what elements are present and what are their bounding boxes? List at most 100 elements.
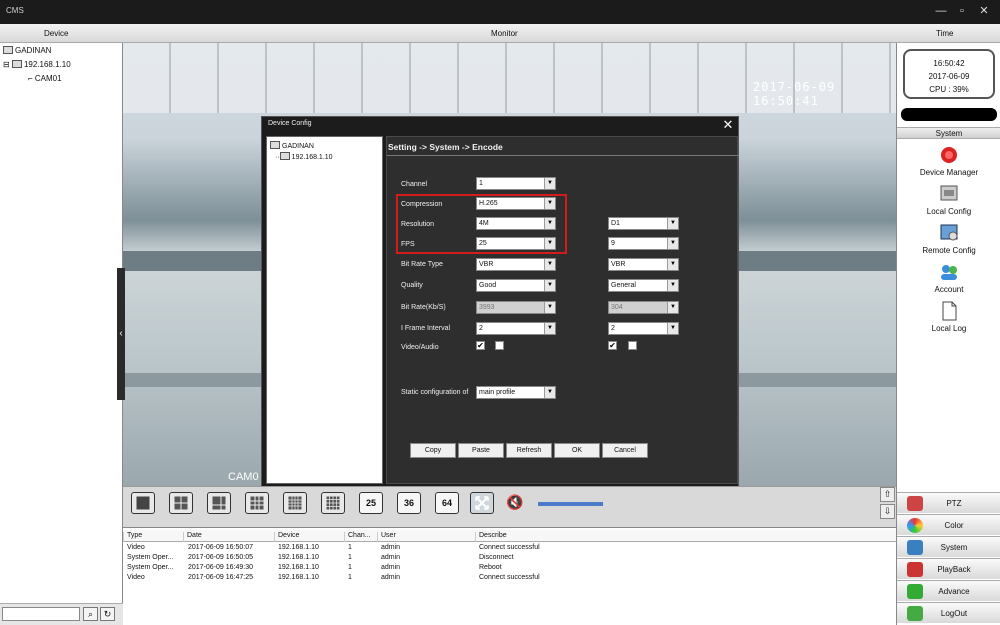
config-icon: [940, 185, 958, 201]
tree-device[interactable]: ⊟ 192.168.1.10: [3, 60, 71, 69]
static-profile-select[interactable]: main profile ▼: [476, 386, 556, 399]
static-config-label: Static configuration of: [401, 389, 469, 396]
dialog-tree-device[interactable]: ·· 192.168.1.10: [275, 152, 333, 161]
chevron-down-icon: ▼: [544, 302, 555, 313]
maximize-button[interactable]: ▫: [955, 4, 969, 18]
audio-checkbox[interactable]: [495, 341, 504, 350]
layout-16-icon[interactable]: [321, 492, 345, 514]
dialog-title: Device Config: [268, 120, 312, 127]
color-button[interactable]: Color: [897, 514, 1000, 535]
layout-9-icon[interactable]: [245, 492, 269, 514]
column-header-type[interactable]: Type: [123, 532, 142, 542]
extra-resolution-select[interactable]: D1 ▼: [608, 217, 679, 230]
bitrate-select: 3993 ▼: [476, 301, 556, 314]
collapse-icon[interactable]: ⊟: [3, 60, 12, 69]
tree-root[interactable]: GADINAN: [3, 46, 51, 55]
video-checkbox[interactable]: ✔: [476, 341, 485, 350]
column-header-device[interactable]: Device: [274, 532, 299, 542]
encode-panel: Setting -> System -> Encode Channel Comp…: [386, 136, 739, 484]
channel-label: Channel: [401, 181, 428, 188]
chevron-down-icon: ▼: [544, 238, 555, 249]
color-wheel-icon: [907, 518, 923, 533]
users-icon: [941, 265, 957, 280]
compression-select[interactable]: H.265 ▼: [476, 197, 556, 210]
header-bar: Device Monitor Time: [0, 24, 1000, 43]
layout-1-icon[interactable]: [131, 492, 155, 514]
minimize-button[interactable]: —: [934, 4, 948, 18]
paste-button[interactable]: Paste: [458, 443, 504, 458]
cancel-button[interactable]: Cancel: [602, 443, 648, 458]
dialog-tree-root[interactable]: GADINAN: [270, 141, 314, 150]
fullscreen-icon[interactable]: [470, 492, 494, 514]
refresh-button[interactable]: Refresh: [506, 443, 552, 458]
time-header: Time: [936, 29, 954, 38]
chevron-down-icon: ▼: [667, 259, 678, 270]
close-button[interactable]: ✕: [977, 4, 991, 18]
search-icon[interactable]: ⌕: [83, 607, 98, 621]
app-title: CMS: [6, 6, 24, 15]
bitrate-type-select[interactable]: VBR ▼: [476, 258, 556, 271]
quality-label: Quality: [401, 282, 423, 289]
extra-bitrate-select: 304 ▼: [608, 301, 679, 314]
iframe-select[interactable]: 2 ▼: [476, 322, 556, 335]
ok-button[interactable]: OK: [554, 443, 600, 458]
tree-camera[interactable]: ⌐ CAM01: [28, 74, 62, 83]
logout-button[interactable]: LogOut: [897, 602, 1000, 623]
title-bar: CMS — ▫ ✕: [0, 0, 1000, 24]
video-audio-label: Video/Audio: [401, 344, 439, 351]
local-config-item[interactable]: Local Config: [897, 184, 1000, 216]
system-icon: [907, 540, 923, 555]
column-header-date[interactable]: Date: [183, 532, 202, 542]
copy-button[interactable]: Copy: [410, 443, 456, 458]
extra-bitrate-type-select[interactable]: VBR ▼: [608, 258, 679, 271]
column-header-channel[interactable]: Chan...: [344, 532, 371, 542]
column-header-user[interactable]: User: [377, 532, 396, 542]
layout-64-button[interactable]: 64: [435, 492, 459, 514]
column-header-describe[interactable]: Describe: [475, 532, 507, 542]
device-header: Device: [44, 29, 69, 38]
dialog-device-tree: GADINAN ·· 192.168.1.10: [266, 136, 383, 484]
resolution-label: Resolution: [401, 221, 435, 228]
quality-select[interactable]: Good ▼: [476, 279, 556, 292]
extra-fps-select[interactable]: 9 ▼: [608, 237, 679, 250]
remote-config-item[interactable]: Remote Config: [897, 223, 1000, 255]
monitor-header: Monitor: [491, 29, 518, 38]
extra-iframe-select[interactable]: 2 ▼: [608, 322, 679, 335]
group-icon: [3, 46, 13, 54]
chevron-down-icon: ▼: [667, 302, 678, 313]
dialog-close-icon[interactable]: ✕: [720, 117, 736, 133]
layout-25-button[interactable]: 25: [359, 492, 383, 514]
osd-timestamp: 2017-06-09 16:50:41: [753, 80, 836, 108]
extra-quality-select[interactable]: General ▼: [608, 279, 679, 292]
scroll-up-icon[interactable]: ⇧: [880, 487, 895, 502]
camera-icon: ⌐: [28, 74, 35, 83]
status-bar: [901, 108, 997, 121]
advance-button[interactable]: Advance: [897, 580, 1000, 601]
layout-4-icon[interactable]: [169, 492, 193, 514]
ptz-button[interactable]: PTZ: [897, 492, 1000, 513]
account-item[interactable]: Account: [897, 262, 1000, 294]
playback-button[interactable]: PlayBack: [897, 558, 1000, 579]
layout-6-icon[interactable]: [207, 492, 231, 514]
extra-audio-checkbox[interactable]: [628, 341, 637, 350]
chevron-down-icon: ▼: [544, 259, 555, 270]
device-manager-item[interactable]: Device Manager: [897, 145, 1000, 177]
collapse-left-arrow-icon[interactable]: ‹: [117, 268, 125, 400]
refresh-icon[interactable]: ↻: [100, 607, 115, 621]
tree-search-input[interactable]: [2, 607, 80, 621]
layout-13-icon[interactable]: [283, 492, 307, 514]
scroll-down-icon[interactable]: ⇩: [880, 504, 895, 519]
layout-36-button[interactable]: 36: [397, 492, 421, 514]
extra-video-checkbox[interactable]: ✔: [608, 341, 617, 350]
resolution-select[interactable]: 4M ▼: [476, 217, 556, 230]
tree-search-bar: ⌕ ↻: [0, 603, 123, 625]
mute-icon[interactable]: 🔇: [506, 494, 528, 514]
right-panel: 16:50:42 2017-06-09 CPU : 39% System Dev…: [896, 43, 1000, 625]
fps-select[interactable]: 25 ▼: [476, 237, 556, 250]
channel-select[interactable]: 1 ▼: [476, 177, 556, 190]
volume-slider[interactable]: [538, 502, 603, 506]
system-button[interactable]: System: [897, 536, 1000, 557]
local-log-item[interactable]: Local Log: [897, 301, 1000, 333]
clock-date: 2017-06-09: [928, 72, 970, 81]
remote-config-icon: [940, 224, 958, 241]
